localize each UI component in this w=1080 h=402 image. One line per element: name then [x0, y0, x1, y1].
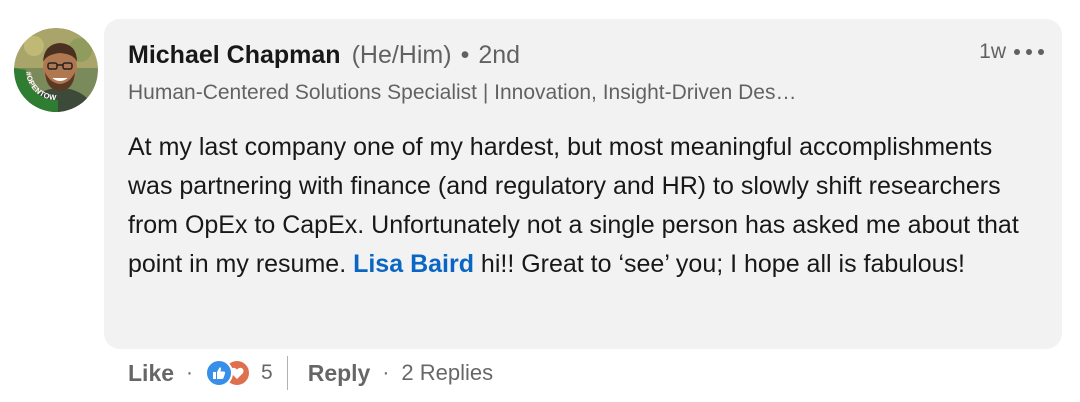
author-pronouns: (He/Him): [351, 41, 452, 69]
comment-timestamp: 1w: [979, 40, 1006, 63]
more-horizontal-icon[interactable]: [1014, 44, 1044, 60]
more-dot: [1038, 49, 1044, 55]
separator-dot: •: [460, 41, 470, 69]
mention-link[interactable]: Lisa Baird: [353, 250, 474, 278]
comment-bubble: Michael Chapman (He/Him) • 2nd Human-Cen…: [104, 19, 1062, 349]
comment-text: At my last company one of my hardest, bu…: [128, 128, 1038, 284]
like-reaction-icon: [205, 359, 234, 387]
more-dot: [1026, 49, 1032, 55]
more-dot: [1014, 49, 1020, 55]
like-button[interactable]: Like: [128, 360, 174, 387]
author-headline: Human-Centered Solutions Specialist | In…: [128, 81, 797, 104]
separator-dot: ·: [382, 361, 390, 384]
connection-degree: 2nd: [478, 41, 521, 69]
avatar[interactable]: #OPENTOWORK: [14, 28, 98, 112]
comment-item: #OPENTOWORK Michael Chapman (He/Him) • 2…: [0, 0, 1080, 402]
avatar-photo: #OPENTOWORK: [14, 28, 98, 112]
comment-actions: Like · 5 Reply · 2 Replies: [128, 355, 493, 391]
reactions-summary[interactable]: [205, 358, 257, 388]
divider: [286, 356, 288, 390]
replies-link[interactable]: 2 Replies: [401, 360, 493, 386]
separator-dot: ·: [186, 361, 194, 384]
author-row: Michael Chapman (He/Him) • 2nd: [128, 41, 520, 70]
reaction-count[interactable]: 5: [261, 361, 273, 385]
reply-button[interactable]: Reply: [308, 360, 371, 387]
author-name[interactable]: Michael Chapman: [128, 41, 341, 70]
comment-text-part: hi!! Great to ‘see’ you; I hope all is f…: [473, 250, 965, 278]
